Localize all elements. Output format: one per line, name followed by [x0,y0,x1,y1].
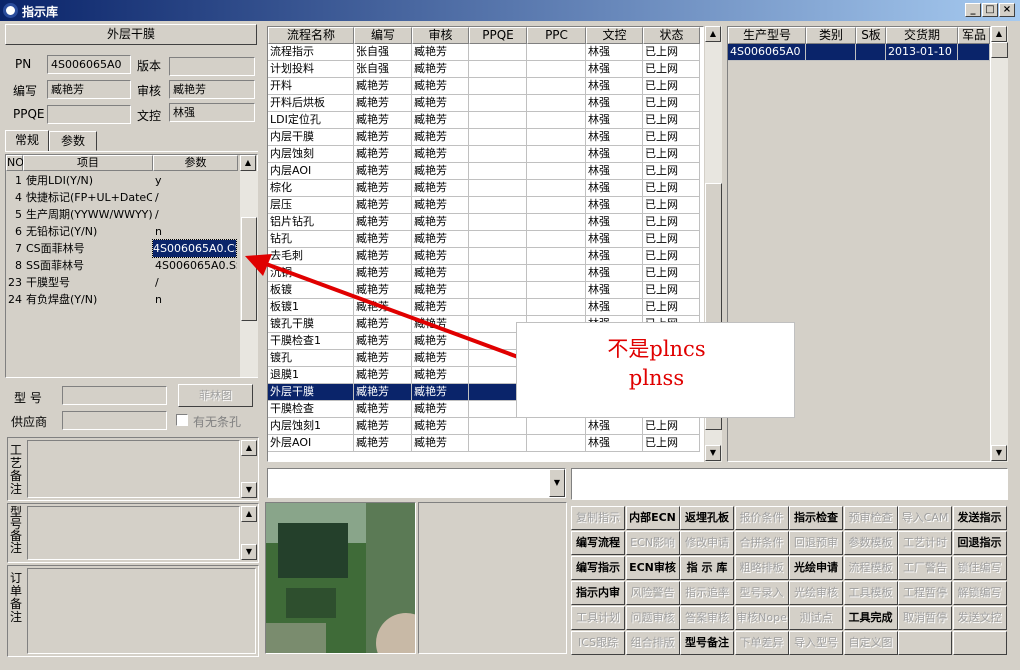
annotation-line-1: 不是plncs [607,337,706,361]
annotation-overlay [245,254,519,359]
annotation-arrow [257,259,519,359]
annotation-line-2: plnss [628,366,685,390]
annotation-callout: 不是plncs plnss [516,322,795,418]
